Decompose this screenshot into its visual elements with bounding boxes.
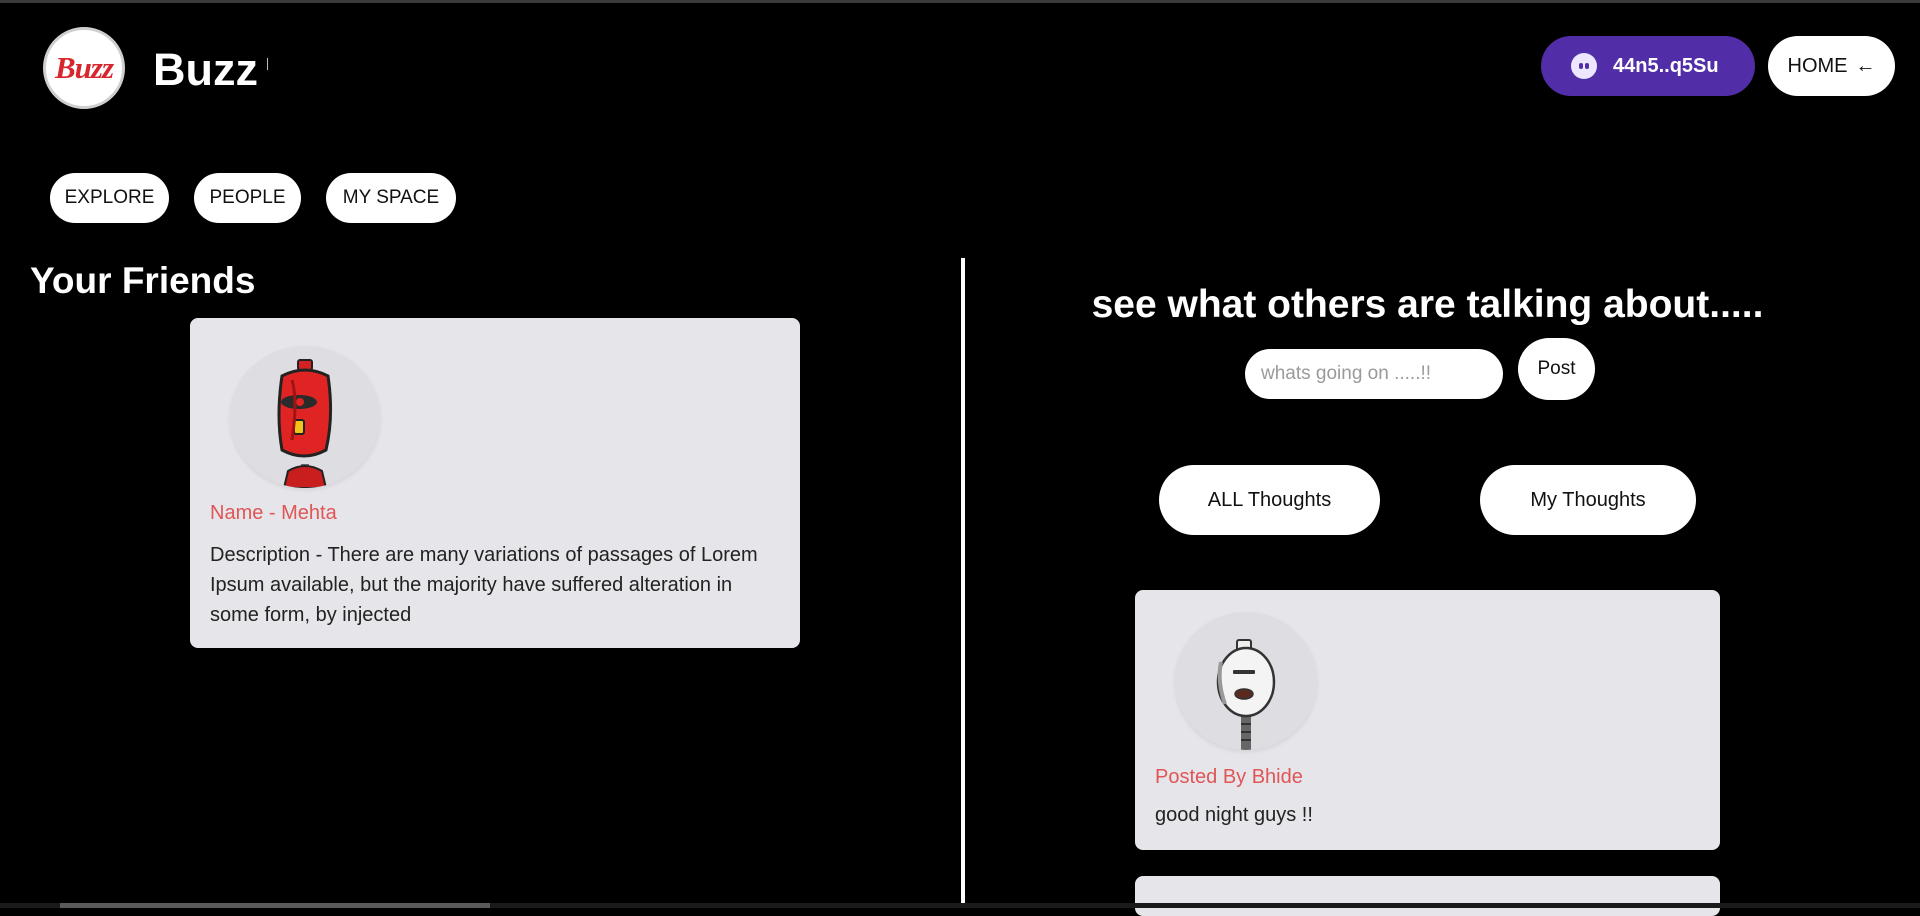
brand-title: Buzz [153,44,258,95]
post-card[interactable]: Posted By Bhide good night guys !! [1135,590,1720,850]
post-button[interactable]: Post [1518,338,1595,400]
friend-description: Description - There are many variations … [210,544,758,626]
white-robot-avatar [1175,612,1317,750]
red-robot-avatar [230,346,380,488]
column-divider [961,258,965,908]
wallet-button[interactable]: 44n5..q5Su [1541,36,1755,96]
friends-section-title: Your Friends [30,260,256,301]
post-text: good night guys !! [1155,804,1313,826]
all-thoughts-button[interactable]: ALL Thoughts [1159,465,1380,535]
phantom-wallet-icon [1571,53,1597,79]
home-label: HOME [1787,54,1848,77]
post-card[interactable] [1135,876,1720,916]
arrow-left-icon: ← [1855,54,1876,77]
logo-text: Buzz [54,50,114,85]
scrollbar-thumb[interactable] [60,903,490,908]
feed-title: see what others are talking about..... [1091,283,1764,326]
friend-name: Name - Mehta [210,502,337,524]
header-divider [267,58,268,70]
nav-explore[interactable]: EXPLORE [50,173,169,223]
friend-card[interactable]: Name - Mehta Description - There are man… [190,318,800,648]
wallet-address: 44n5..q5Su [1613,54,1719,77]
buzz-logo[interactable]: Buzz [43,27,125,109]
post-author: Posted By Bhide [1155,766,1303,788]
nav-my-space[interactable]: MY SPACE [326,173,456,223]
home-button[interactable]: HOME ← [1768,36,1895,96]
my-thoughts-button[interactable]: My Thoughts [1480,465,1696,535]
window-top-border [0,0,1920,3]
nav-people[interactable]: PEOPLE [194,173,301,223]
thought-input[interactable] [1245,349,1503,399]
